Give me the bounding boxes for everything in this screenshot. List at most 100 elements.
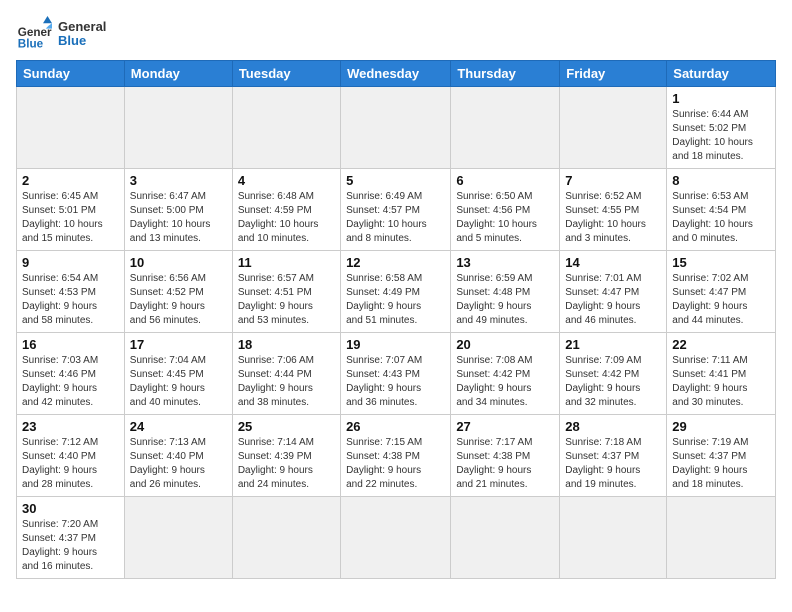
day-number: 29	[672, 419, 770, 434]
day-info: Sunrise: 7:04 AM Sunset: 4:45 PM Dayligh…	[130, 354, 227, 410]
day-info: Sunrise: 7:03 AM Sunset: 4:46 PM Dayligh…	[22, 354, 119, 410]
calendar-week-row: 1 Sunrise: 6:44 AM Sunset: 5:02 PM Daylig…	[17, 87, 776, 169]
day-number: 22	[672, 337, 770, 352]
calendar-week-row: 9Sunrise: 6:54 AM Sunset: 4:53 PM Daylig…	[17, 251, 776, 333]
logo: General Blue General Blue	[16, 16, 106, 52]
calendar-day-header: Friday	[560, 61, 667, 87]
day-info: Sunrise: 6:59 AM Sunset: 4:48 PM Dayligh…	[456, 272, 554, 328]
calendar-day-cell: 25 Sunrise: 7:14 AM Sunset: 4:39 PM Dayli…	[232, 415, 340, 497]
day-info: Sunrise: 7:09 AM Sunset: 4:42 PM Dayligh…	[565, 354, 661, 410]
calendar-day-cell	[124, 497, 232, 579]
day-number: 11	[238, 255, 335, 270]
calendar-day-header: Saturday	[667, 61, 776, 87]
day-info: Sunrise: 6:45 AM Sunset: 5:01 PM Dayligh…	[22, 190, 119, 246]
calendar-day-cell	[451, 87, 560, 169]
day-number: 21	[565, 337, 661, 352]
page-header: General Blue General Blue	[16, 16, 776, 52]
calendar-day-cell: 9Sunrise: 6:54 AM Sunset: 4:53 PM Daylig…	[17, 251, 125, 333]
day-number: 27	[456, 419, 554, 434]
calendar-day-cell: 16Sunrise: 7:03 AM Sunset: 4:46 PM Dayli…	[17, 333, 125, 415]
day-info: Sunrise: 7:01 AM Sunset: 4:47 PM Dayligh…	[565, 272, 661, 328]
calendar-day-cell	[560, 87, 667, 169]
calendar-day-cell: 1 Sunrise: 6:44 AM Sunset: 5:02 PM Daylig…	[667, 87, 776, 169]
svg-text:Blue: Blue	[18, 38, 44, 51]
calendar-day-cell: 7 Sunrise: 6:52 AM Sunset: 4:55 PM Daylig…	[560, 169, 667, 251]
day-info: Sunrise: 7:14 AM Sunset: 4:39 PM Dayligh…	[238, 436, 335, 492]
day-info: Sunrise: 7:08 AM Sunset: 4:42 PM Dayligh…	[456, 354, 554, 410]
day-number: 7	[565, 173, 661, 188]
day-number: 3	[130, 173, 227, 188]
day-number: 20	[456, 337, 554, 352]
day-info: Sunrise: 6:47 AM Sunset: 5:00 PM Dayligh…	[130, 190, 227, 246]
day-number: 30	[22, 501, 119, 516]
calendar-day-cell: 22 Sunrise: 7:11 AM Sunset: 4:41 PM Dayli…	[667, 333, 776, 415]
day-info: Sunrise: 6:49 AM Sunset: 4:57 PM Dayligh…	[346, 190, 445, 246]
calendar-day-cell: 4Sunrise: 6:48 AM Sunset: 4:59 PM Daylig…	[232, 169, 340, 251]
day-number: 17	[130, 337, 227, 352]
day-number: 26	[346, 419, 445, 434]
calendar-day-header: Tuesday	[232, 61, 340, 87]
day-info: Sunrise: 7:02 AM Sunset: 4:47 PM Dayligh…	[672, 272, 770, 328]
calendar-day-cell	[667, 497, 776, 579]
calendar-day-cell: 2 Sunrise: 6:45 AM Sunset: 5:01 PM Daylig…	[17, 169, 125, 251]
day-info: Sunrise: 6:50 AM Sunset: 4:56 PM Dayligh…	[456, 190, 554, 246]
day-info: Sunrise: 7:07 AM Sunset: 4:43 PM Dayligh…	[346, 354, 445, 410]
calendar-day-cell: 21 Sunrise: 7:09 AM Sunset: 4:42 PM Dayli…	[560, 333, 667, 415]
calendar-day-cell	[232, 497, 340, 579]
calendar-day-cell: 24 Sunrise: 7:13 AM Sunset: 4:40 PM Dayli…	[124, 415, 232, 497]
day-info: Sunrise: 6:44 AM Sunset: 5:02 PM Dayligh…	[672, 108, 770, 164]
day-info: Sunrise: 7:13 AM Sunset: 4:40 PM Dayligh…	[130, 436, 227, 492]
day-number: 8	[672, 173, 770, 188]
calendar-day-cell	[341, 497, 451, 579]
calendar-day-cell: 29 Sunrise: 7:19 AM Sunset: 4:37 PM Dayli…	[667, 415, 776, 497]
day-number: 25	[238, 419, 335, 434]
calendar-day-cell: 23Sunrise: 7:12 AM Sunset: 4:40 PM Dayli…	[17, 415, 125, 497]
calendar-day-cell	[451, 497, 560, 579]
calendar-week-row: 16Sunrise: 7:03 AM Sunset: 4:46 PM Dayli…	[17, 333, 776, 415]
day-info: Sunrise: 6:58 AM Sunset: 4:49 PM Dayligh…	[346, 272, 445, 328]
day-info: Sunrise: 7:17 AM Sunset: 4:38 PM Dayligh…	[456, 436, 554, 492]
calendar-day-cell	[17, 87, 125, 169]
calendar-day-cell	[124, 87, 232, 169]
calendar-day-cell: 14Sunrise: 7:01 AM Sunset: 4:47 PM Dayli…	[560, 251, 667, 333]
day-number: 2	[22, 173, 119, 188]
day-info: Sunrise: 7:06 AM Sunset: 4:44 PM Dayligh…	[238, 354, 335, 410]
logo-icon: General Blue	[16, 16, 52, 52]
day-info: Sunrise: 7:19 AM Sunset: 4:37 PM Dayligh…	[672, 436, 770, 492]
calendar-day-cell: 18 Sunrise: 7:06 AM Sunset: 4:44 PM Dayli…	[232, 333, 340, 415]
calendar-day-cell: 15 Sunrise: 7:02 AM Sunset: 4:47 PM Dayli…	[667, 251, 776, 333]
day-number: 15	[672, 255, 770, 270]
calendar-day-cell: 17 Sunrise: 7:04 AM Sunset: 4:45 PM Dayli…	[124, 333, 232, 415]
calendar-day-cell: 28Sunrise: 7:18 AM Sunset: 4:37 PM Dayli…	[560, 415, 667, 497]
day-info: Sunrise: 7:12 AM Sunset: 4:40 PM Dayligh…	[22, 436, 119, 492]
calendar-header-row: SundayMondayTuesdayWednesdayThursdayFrid…	[17, 61, 776, 87]
day-info: Sunrise: 6:57 AM Sunset: 4:51 PM Dayligh…	[238, 272, 335, 328]
day-info: Sunrise: 7:11 AM Sunset: 4:41 PM Dayligh…	[672, 354, 770, 410]
calendar-day-cell: 26 Sunrise: 7:15 AM Sunset: 4:38 PM Dayli…	[341, 415, 451, 497]
calendar-week-row: 23Sunrise: 7:12 AM Sunset: 4:40 PM Dayli…	[17, 415, 776, 497]
calendar-day-cell: 20 Sunrise: 7:08 AM Sunset: 4:42 PM Dayli…	[451, 333, 560, 415]
calendar-day-cell: 13Sunrise: 6:59 AM Sunset: 4:48 PM Dayli…	[451, 251, 560, 333]
day-number: 9	[22, 255, 119, 270]
calendar-day-header: Thursday	[451, 61, 560, 87]
calendar-day-cell	[232, 87, 340, 169]
day-number: 24	[130, 419, 227, 434]
day-number: 1	[672, 91, 770, 106]
day-info: Sunrise: 6:56 AM Sunset: 4:52 PM Dayligh…	[130, 272, 227, 328]
calendar-day-cell: 5 Sunrise: 6:49 AM Sunset: 4:57 PM Daylig…	[341, 169, 451, 251]
day-number: 18	[238, 337, 335, 352]
day-number: 6	[456, 173, 554, 188]
day-info: Sunrise: 6:52 AM Sunset: 4:55 PM Dayligh…	[565, 190, 661, 246]
day-info: Sunrise: 6:48 AM Sunset: 4:59 PM Dayligh…	[238, 190, 335, 246]
calendar-day-cell: 30Sunrise: 7:20 AM Sunset: 4:37 PM Dayli…	[17, 497, 125, 579]
day-number: 10	[130, 255, 227, 270]
day-number: 5	[346, 173, 445, 188]
day-info: Sunrise: 7:15 AM Sunset: 4:38 PM Dayligh…	[346, 436, 445, 492]
calendar-day-cell: 3 Sunrise: 6:47 AM Sunset: 5:00 PM Daylig…	[124, 169, 232, 251]
calendar-day-header: Monday	[124, 61, 232, 87]
calendar-day-cell	[560, 497, 667, 579]
calendar-day-cell: 8Sunrise: 6:53 AM Sunset: 4:54 PM Daylig…	[667, 169, 776, 251]
day-info: Sunrise: 7:18 AM Sunset: 4:37 PM Dayligh…	[565, 436, 661, 492]
day-number: 19	[346, 337, 445, 352]
day-number: 12	[346, 255, 445, 270]
